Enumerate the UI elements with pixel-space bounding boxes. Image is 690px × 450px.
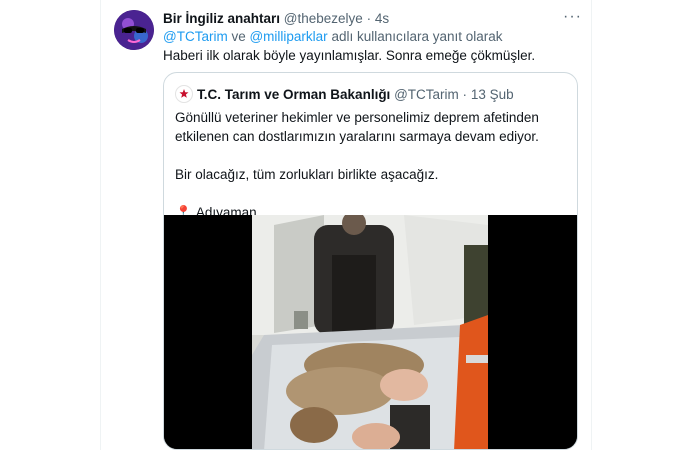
quote-line-3: Bir olacağız, tüm zorlukları birlikte aş… — [175, 167, 439, 182]
author-name[interactable]: Bir İngiliz anahtarı — [163, 11, 280, 26]
ministry-logo-icon[interactable] — [175, 85, 193, 103]
tweet-text: Haberi ilk olarak böyle yayınlamışlar. S… — [163, 48, 536, 63]
reply-suffix: adlı kullanıcılara yanıt olarak — [327, 29, 503, 44]
author-avatar[interactable] — [114, 10, 154, 50]
quote-line-1: Gönüllü veteriner hekimler ve personelim… — [175, 110, 539, 125]
author-handle[interactable]: @thebezelye — [284, 11, 363, 26]
quote-date[interactable]: 13 Şub — [471, 87, 514, 102]
quote-header: T.C. Tarım ve Orman Bakanlığı @TCTarim ·… — [175, 85, 514, 104]
reply-context: @TCTarim ve @milliparklar adlı kullanıcı… — [163, 28, 503, 46]
reply-mention-milliparklar[interactable]: @milliparklar — [249, 29, 327, 44]
quoted-tweet[interactable]: T.C. Tarım ve Orman Bakanlığı @TCTarim ·… — [163, 72, 578, 450]
tweet-time[interactable]: 4s — [375, 11, 389, 26]
more-icon[interactable]: ··· — [563, 8, 582, 26]
tweet-card[interactable]: Bir İngiliz anahtarı @thebezelye · 4s ··… — [100, 0, 592, 450]
quote-separator: · — [462, 87, 468, 102]
tweet-header: Bir İngiliz anahtarı @thebezelye · 4s — [163, 10, 389, 28]
avatar-image — [114, 10, 154, 50]
quote-author-name[interactable]: T.C. Tarım ve Orman Bakanlığı — [197, 87, 390, 102]
quote-text: Gönüllü veteriner hekimler ve personelim… — [175, 108, 570, 222]
video-frame — [164, 215, 577, 449]
quote-video[interactable] — [164, 215, 577, 449]
quote-line-2: etkilenen can dostlarımızın yaralarını s… — [175, 129, 539, 144]
reply-and: ve — [227, 29, 250, 44]
header-separator: · — [366, 11, 372, 26]
reply-mention-tctarim[interactable]: @TCTarim — [163, 29, 228, 44]
quote-author-handle[interactable]: @TCTarim — [394, 87, 459, 102]
